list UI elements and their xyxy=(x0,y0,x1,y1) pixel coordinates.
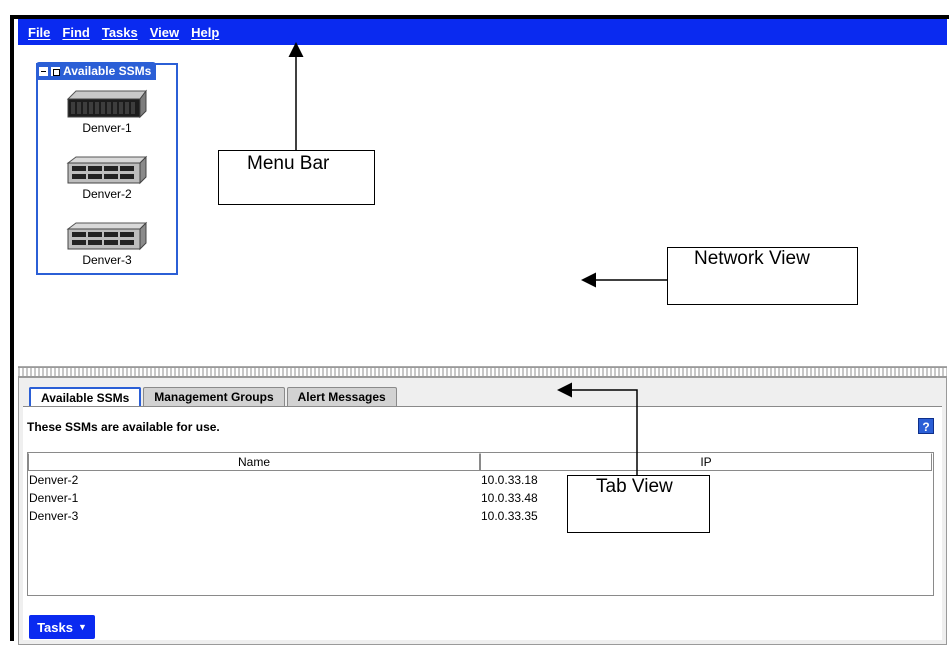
tab-strip: Available SSMs Management Groups Alert M… xyxy=(29,387,399,407)
device-denver-1[interactable]: Denver-1 xyxy=(38,89,176,135)
table-row[interactable]: Denver-1 10.0.33.48 xyxy=(28,489,933,507)
device-label: Denver-2 xyxy=(82,187,132,201)
menu-file[interactable]: File xyxy=(28,25,50,40)
group-title-bar: Available SSMs xyxy=(36,62,157,80)
device-label: Denver-1 xyxy=(82,121,132,135)
annotation-network-view: Network View xyxy=(667,247,858,305)
server-rack-icon xyxy=(66,155,148,185)
table-row[interactable]: Denver-3 10.0.33.35 xyxy=(28,507,933,525)
group-title: Available SSMs xyxy=(63,64,152,78)
device-label: Denver-3 xyxy=(82,253,132,267)
help-icon[interactable]: ? xyxy=(918,418,934,434)
device-denver-2[interactable]: Denver-2 xyxy=(38,155,176,201)
cell-name: Denver-3 xyxy=(29,509,79,523)
tab-management-groups[interactable]: Management Groups xyxy=(143,387,285,406)
tab-available-ssms[interactable]: Available SSMs xyxy=(29,387,142,407)
tab-content-available-ssms: These SSMs are available for use. ? Name… xyxy=(23,406,942,640)
column-header-name[interactable]: Name xyxy=(28,453,480,471)
collapse-icon[interactable] xyxy=(39,66,48,76)
server-rack-icon xyxy=(66,221,148,251)
tab-alert-messages[interactable]: Alert Messages xyxy=(286,387,397,406)
annotation-label: Network View xyxy=(694,248,810,269)
maximize-icon[interactable] xyxy=(51,66,60,76)
column-header-ip[interactable]: IP xyxy=(480,453,932,471)
tab-description: These SSMs are available for use. xyxy=(27,420,220,434)
ssm-table: Name IP Denver-2 10.0.33.18 Denver-1 10.… xyxy=(27,452,934,596)
server-rack-icon xyxy=(66,89,147,119)
menu-bar: File Find Tasks View Help xyxy=(18,19,947,45)
device-denver-3[interactable]: Denver-3 xyxy=(38,221,176,267)
cell-name: Denver-1 xyxy=(29,491,79,505)
table-header: Name IP xyxy=(28,453,933,471)
tasks-button-label: Tasks xyxy=(37,619,73,635)
menu-help[interactable]: Help xyxy=(191,25,219,40)
split-pane-divider[interactable] xyxy=(18,367,947,377)
tasks-button[interactable]: Tasks ▼ xyxy=(29,615,95,639)
annotation-menu-bar: Menu Bar xyxy=(218,150,375,205)
tab-view: Available SSMs Management Groups Alert M… xyxy=(18,377,947,645)
menu-view[interactable]: View xyxy=(150,25,179,40)
annotation-label: Tab View xyxy=(596,476,673,497)
menu-tasks[interactable]: Tasks xyxy=(102,25,138,40)
annotation-tab-view: Tab View xyxy=(567,475,710,533)
available-ssms-group[interactable]: Available SSMs Denver-1 Denver-2 Denver-… xyxy=(36,62,178,275)
annotation-label: Menu Bar xyxy=(247,153,330,174)
table-row[interactable]: Denver-2 10.0.33.18 xyxy=(28,471,933,489)
cell-name: Denver-2 xyxy=(29,473,79,487)
menu-find[interactable]: Find xyxy=(62,25,89,40)
caret-down-icon: ▼ xyxy=(77,622,87,632)
